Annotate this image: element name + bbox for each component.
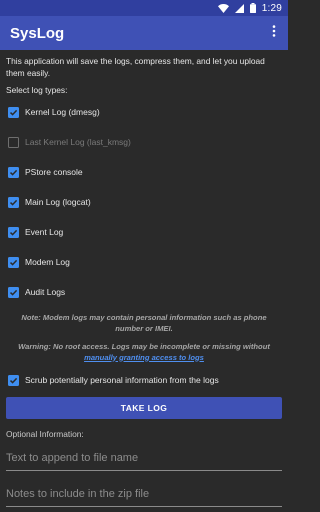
optional-information-label: Optional Information: (6, 429, 84, 439)
checkbox-label: Audit Logs (25, 287, 66, 297)
checkbox-last-kernel-log: Last Kernel Log (last_kmsg) (6, 127, 282, 157)
status-time: 1:29 (261, 2, 282, 14)
checkbox-checked-icon (8, 106, 19, 118)
root-warning-text: Warning: No root access. Logs may be inc… (18, 342, 270, 351)
checkbox-label: Last Kernel Log (last_kmsg) (25, 137, 131, 147)
checkbox-modem-log[interactable]: Modem Log (6, 247, 282, 277)
intro-text: This application will save the logs, com… (6, 56, 265, 78)
checkbox-checked-icon (8, 286, 19, 298)
checkbox-checked-icon (8, 166, 19, 178)
signal-icon (234, 3, 244, 13)
more-vert-icon (272, 24, 276, 42)
modem-note: Note: Modem logs may contain personal in… (21, 313, 267, 333)
take-log-button[interactable]: TAKE LOG (6, 397, 282, 419)
checkbox-kernel-log[interactable]: Kernel Log (dmesg) (6, 97, 282, 127)
root-warning: Warning: No root access. Logs may be inc… (6, 342, 282, 363)
status-bar: 1:29 (0, 0, 288, 16)
main-content: This application will save the logs, com… (0, 50, 288, 507)
checkbox-pstore-console[interactable]: PStore console (6, 157, 282, 187)
overflow-menu-button[interactable] (264, 21, 284, 45)
checkbox-label: PStore console (25, 167, 83, 177)
checkbox-checked-icon (8, 374, 19, 386)
checkbox-checked-icon (8, 226, 19, 238)
zip-notes-input[interactable] (6, 481, 282, 507)
app-title: SysLog (10, 24, 65, 42)
checkbox-unchecked-icon (8, 136, 19, 148)
log-type-list: Kernel Log (dmesg) Last Kernel Log (last… (6, 97, 282, 307)
file-name-suffix-input[interactable] (6, 445, 282, 471)
checkbox-label: Modem Log (25, 257, 70, 267)
wifi-icon (217, 3, 229, 13)
checkbox-checked-icon (8, 196, 19, 208)
app-bar: SysLog (0, 16, 288, 50)
checkbox-scrub-personal-info[interactable]: Scrub potentially personal information f… (6, 367, 282, 393)
checkbox-label: Scrub potentially personal information f… (25, 375, 219, 385)
grant-access-link[interactable]: manually granting access to logs (84, 353, 204, 362)
select-log-types-label: Select log types: (6, 85, 68, 95)
checkbox-checked-icon (8, 256, 19, 268)
checkbox-label: Event Log (25, 227, 64, 237)
checkbox-label: Kernel Log (dmesg) (25, 107, 100, 117)
checkbox-label: Main Log (logcat) (25, 197, 91, 207)
checkbox-event-log[interactable]: Event Log (6, 217, 282, 247)
checkbox-main-log[interactable]: Main Log (logcat) (6, 187, 282, 217)
checkbox-audit-logs[interactable]: Audit Logs (6, 277, 282, 307)
battery-icon (249, 3, 256, 13)
